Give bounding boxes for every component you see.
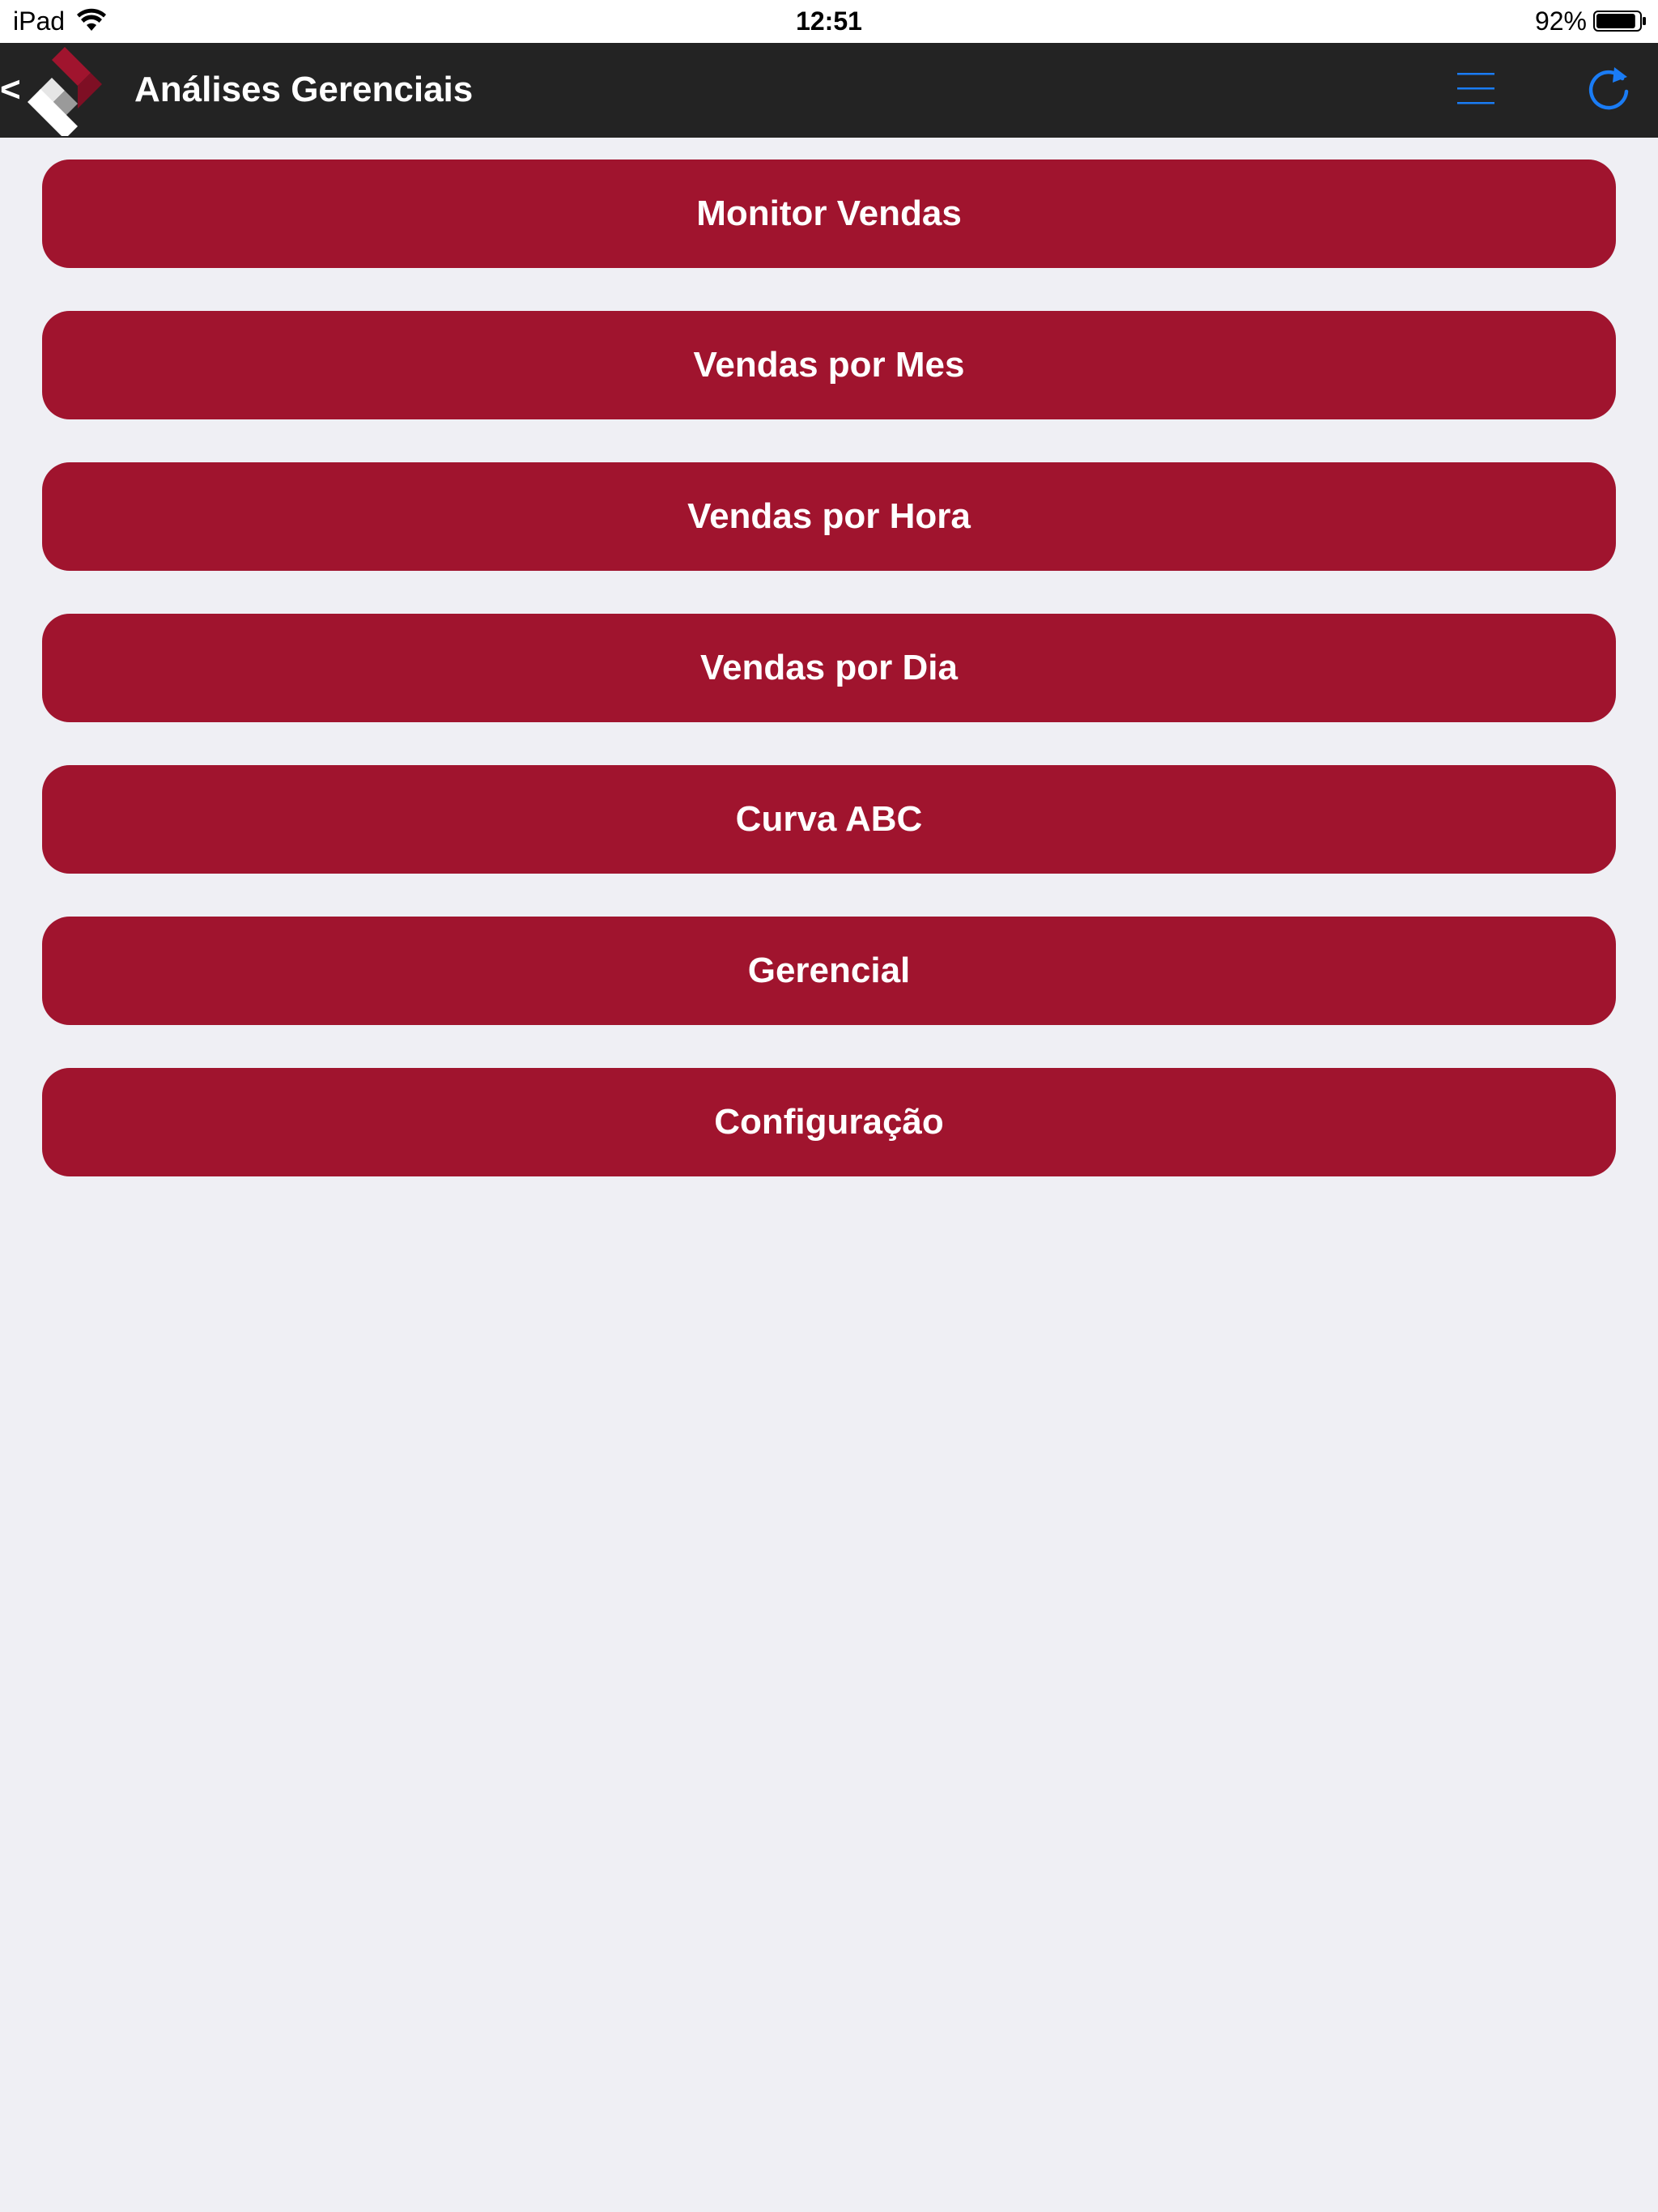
configuracao-button[interactable]: Configuração xyxy=(42,1068,1616,1176)
back-button[interactable]: < xyxy=(0,67,24,113)
nav-bar: < Análises Gerenciais xyxy=(0,43,1658,138)
refresh-icon[interactable] xyxy=(1585,65,1632,112)
battery-percent: 92% xyxy=(1534,6,1587,36)
battery-icon xyxy=(1593,11,1646,32)
status-bar: iPad 12:51 92% xyxy=(0,0,1658,43)
vendas-por-hora-button[interactable]: Vendas por Hora xyxy=(42,462,1616,571)
monitor-vendas-button[interactable]: Monitor Vendas xyxy=(42,160,1616,268)
page-title: Análises Gerenciais xyxy=(134,70,474,109)
clock: 12:51 xyxy=(796,6,862,36)
vendas-por-dia-button[interactable]: Vendas por Dia xyxy=(42,614,1616,722)
hamburger-menu-icon[interactable] xyxy=(1457,70,1494,108)
gerencial-button[interactable]: Gerencial xyxy=(42,917,1616,1025)
curva-abc-button[interactable]: Curva ABC xyxy=(42,765,1616,874)
diamond-logo-icon xyxy=(28,47,102,136)
menu-list: Monitor Vendas Vendas por Mes Vendas por… xyxy=(42,160,1616,1219)
vendas-por-mes-button[interactable]: Vendas por Mes xyxy=(42,311,1616,419)
